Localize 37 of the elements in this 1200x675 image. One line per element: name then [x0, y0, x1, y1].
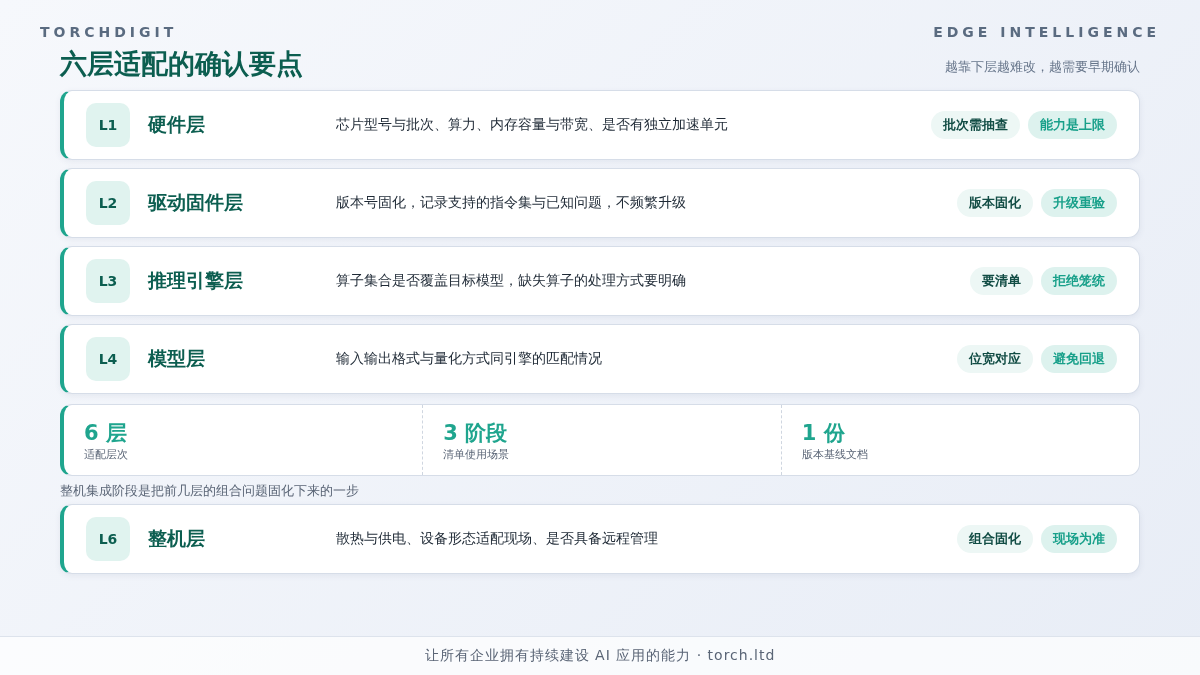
stat-value: 6 层	[84, 419, 128, 447]
tag: 批次需抽查	[931, 111, 1020, 139]
layer-description: 版本号固化，记录支持的指令集与已知问题，不频繁升级	[336, 194, 687, 212]
layer-code: L1	[86, 103, 130, 147]
stat-label: 清单使用场景	[443, 446, 511, 462]
layer-description: 输入输出格式与量化方式同引擎的匹配情况	[336, 350, 603, 368]
tagline: EDGE INTELLIGENCE	[933, 24, 1160, 40]
note-text: 整机集成阶段是把前几层的组合问题固化下来的一步	[60, 482, 360, 500]
tag: 拒绝笼统	[1041, 267, 1117, 295]
stat-value: 1 份	[801, 419, 846, 447]
layer-name: 整机层	[148, 526, 206, 551]
layer-code: L4	[86, 337, 130, 381]
layer-description: 散热与供电、设备形态适配现场、是否具备远程管理	[336, 530, 659, 548]
tag: 避免回退	[1041, 345, 1117, 373]
layer-description: 算子集合是否覆盖目标模型，缺失算子的处理方式要明确	[336, 272, 687, 290]
tag: 版本固化	[957, 189, 1033, 217]
tag: 位宽对应	[957, 345, 1033, 373]
tag: 组合固化	[957, 525, 1033, 553]
layer-code: L3	[86, 259, 130, 303]
layer-description: 芯片型号与批次、算力、内存容量与带宽、是否有独立加速单元	[336, 116, 729, 134]
subtitle: 越靠下层越难改，越需要早期确认	[945, 58, 1140, 76]
tag: 要清单	[970, 267, 1033, 295]
layer-code: L2	[86, 181, 130, 225]
layer-name: 推理引擎层	[148, 268, 244, 293]
tag: 现场为准	[1041, 525, 1117, 553]
slide-title: 六层适配的确认要点	[60, 47, 303, 81]
stat-label: 版本基线文档	[801, 446, 869, 462]
stat-label: 适配层次	[84, 446, 129, 462]
layer-code: L6	[86, 517, 130, 561]
layer-name: 驱动固件层	[148, 190, 244, 215]
brand-name: TORCHDIGIT	[40, 24, 178, 40]
tag: 能力是上限	[1028, 111, 1117, 139]
footer-text: 让所有企业拥有持续建设 AI 应用的能力 · torch.ltd	[424, 647, 776, 665]
stat-value: 3 阶段	[443, 419, 509, 447]
tag: 升级重验	[1041, 189, 1117, 217]
layer-name: 硬件层	[148, 112, 206, 137]
layer-name: 模型层	[148, 346, 206, 371]
